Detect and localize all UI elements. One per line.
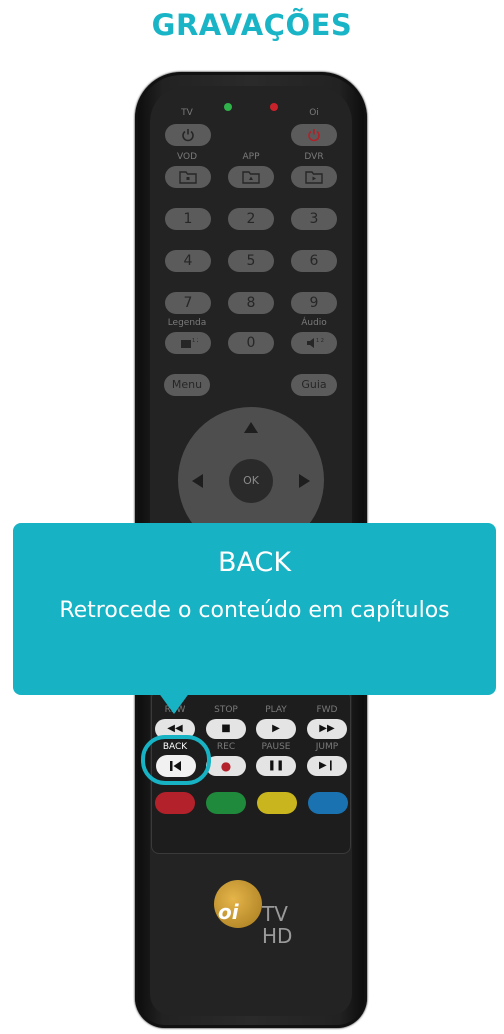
fwd-label: FWD <box>316 705 338 715</box>
svg-text:1 2: 1 2 <box>192 338 198 344</box>
back-button[interactable] <box>156 755 196 777</box>
digit-5-button[interactable]: 5 <box>228 250 274 272</box>
folder-icon <box>179 171 197 184</box>
digit-8-button[interactable]: 8 <box>228 292 274 314</box>
info-callout: BACK Retrocede o conteúdo em capítulos <box>13 523 496 695</box>
fwd-button[interactable]: ▶▶ <box>307 719 347 739</box>
callout-title: BACK <box>217 547 292 578</box>
blue-key-button[interactable] <box>308 792 348 814</box>
callout-description: Retrocede o conteúdo em capítulos <box>59 598 450 623</box>
skip-back-icon <box>170 761 181 771</box>
power-icon <box>182 129 194 142</box>
tv-power-button[interactable] <box>165 124 211 146</box>
digit-6-button[interactable]: 6 <box>291 250 337 272</box>
subtitle-icon: 1 2 <box>181 338 200 348</box>
audio-label: Áudio <box>301 318 327 328</box>
vod-label: VOD <box>176 152 197 162</box>
power-icon <box>308 129 320 142</box>
yellow-key-button[interactable] <box>257 792 297 814</box>
led-red <box>270 103 278 111</box>
dvr-button[interactable] <box>291 166 337 188</box>
page-title: GRAVAÇÕES <box>151 8 353 42</box>
tv-label: TV <box>181 108 193 118</box>
back-label: BACK <box>162 742 188 752</box>
digit-1-button[interactable]: 1 <box>165 208 211 230</box>
led-green <box>224 103 232 111</box>
oi-logo-text: oi <box>218 900 239 924</box>
menu-button[interactable]: Menu <box>164 374 210 396</box>
dpad-up-button[interactable] <box>244 422 258 433</box>
dpad-left-button[interactable] <box>192 474 203 488</box>
audio-button[interactable]: 1 2 <box>291 332 337 354</box>
oi-power-button[interactable] <box>291 124 337 146</box>
red-key-button[interactable] <box>155 792 195 814</box>
callout-pointer <box>158 692 190 714</box>
subtitle-label: Legenda <box>167 318 207 328</box>
stop-button[interactable]: ■ <box>206 719 246 739</box>
digit-0-button[interactable]: 0 <box>228 332 274 354</box>
subtitle-button[interactable]: 1 2 <box>165 332 211 354</box>
app-label: APP <box>242 152 260 162</box>
svg-text:1 2: 1 2 <box>316 338 324 344</box>
jump-button[interactable]: ▶❙ <box>307 756 347 776</box>
digit-2-button[interactable]: 2 <box>228 208 274 230</box>
digit-7-button[interactable]: 7 <box>165 292 211 314</box>
folder-icon <box>242 171 260 184</box>
rec-button[interactable]: ● <box>206 756 246 776</box>
oi-label: Oi <box>309 108 319 118</box>
app-button[interactable] <box>228 166 274 188</box>
speaker-icon: 1 2 <box>307 338 324 348</box>
digit-4-button[interactable]: 4 <box>165 250 211 272</box>
ok-button[interactable]: OK <box>229 459 273 503</box>
vod-button[interactable] <box>165 166 211 188</box>
jump-label: JUMP <box>315 742 339 752</box>
dpad-right-button[interactable] <box>299 474 310 488</box>
digit-3-button[interactable]: 3 <box>291 208 337 230</box>
green-key-button[interactable] <box>206 792 246 814</box>
guide-button[interactable]: Guia <box>291 374 337 396</box>
pause-button[interactable]: ❚❚ <box>256 756 296 776</box>
logo-hd-text: HD <box>262 924 293 948</box>
digit-9-button[interactable]: 9 <box>291 292 337 314</box>
logo-tv-text: TV <box>262 902 288 926</box>
dvr-label: DVR <box>304 152 324 162</box>
folder-icon <box>305 171 323 184</box>
play-button[interactable]: ▶ <box>256 719 296 739</box>
